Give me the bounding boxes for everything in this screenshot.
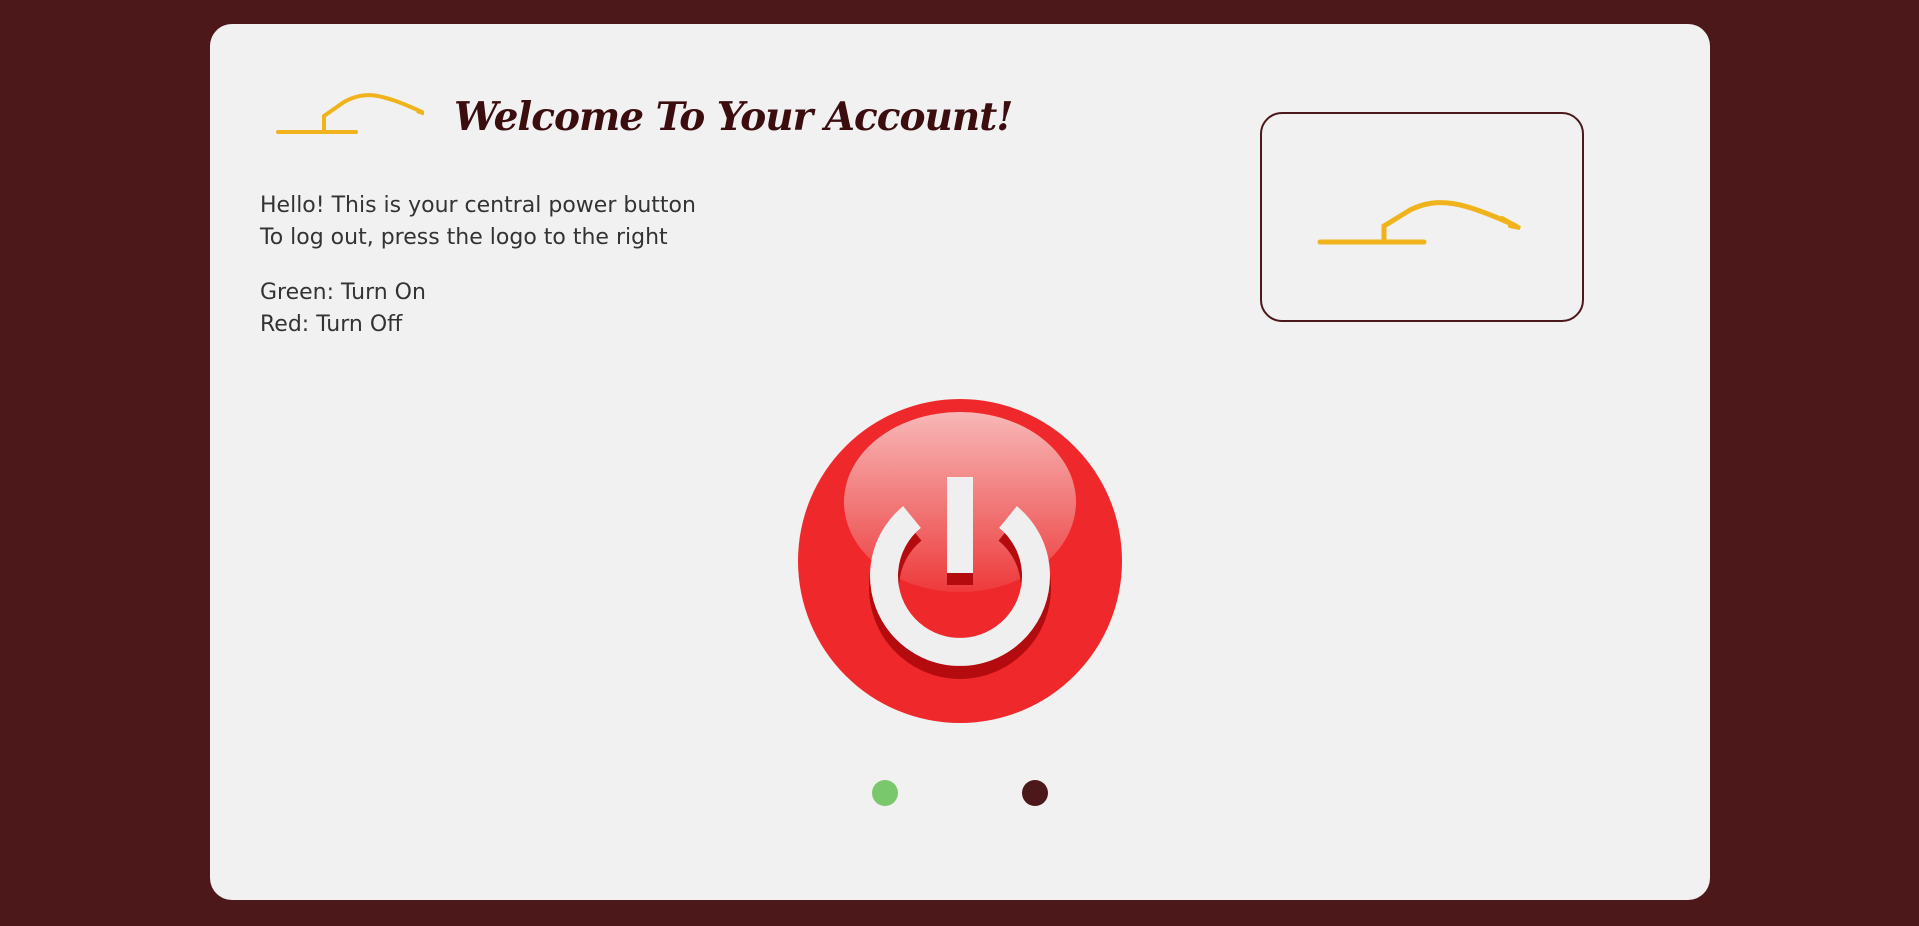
legend-red: Red: Turn Off	[260, 312, 403, 337]
house-roof-logo-icon	[1317, 200, 1521, 245]
intro-text: Hello! This is your central power button…	[260, 190, 696, 341]
main-card: Welcome To Your Account! Hello! This is …	[210, 24, 1710, 900]
legend-green: Green: Turn On	[260, 280, 426, 305]
turn-on-indicator[interactable]	[872, 780, 898, 806]
house-roof-logo-icon	[276, 93, 424, 134]
logout-button[interactable]	[1260, 112, 1584, 322]
page-title: Welcome To Your Account!	[454, 94, 1013, 140]
power-icon	[844, 412, 1076, 679]
turn-off-indicator[interactable]	[1022, 780, 1048, 806]
intro-line: Hello! This is your central power button	[260, 193, 696, 218]
power-button[interactable]	[798, 399, 1122, 723]
intro-line: To log out, press the logo to the right	[260, 225, 668, 250]
